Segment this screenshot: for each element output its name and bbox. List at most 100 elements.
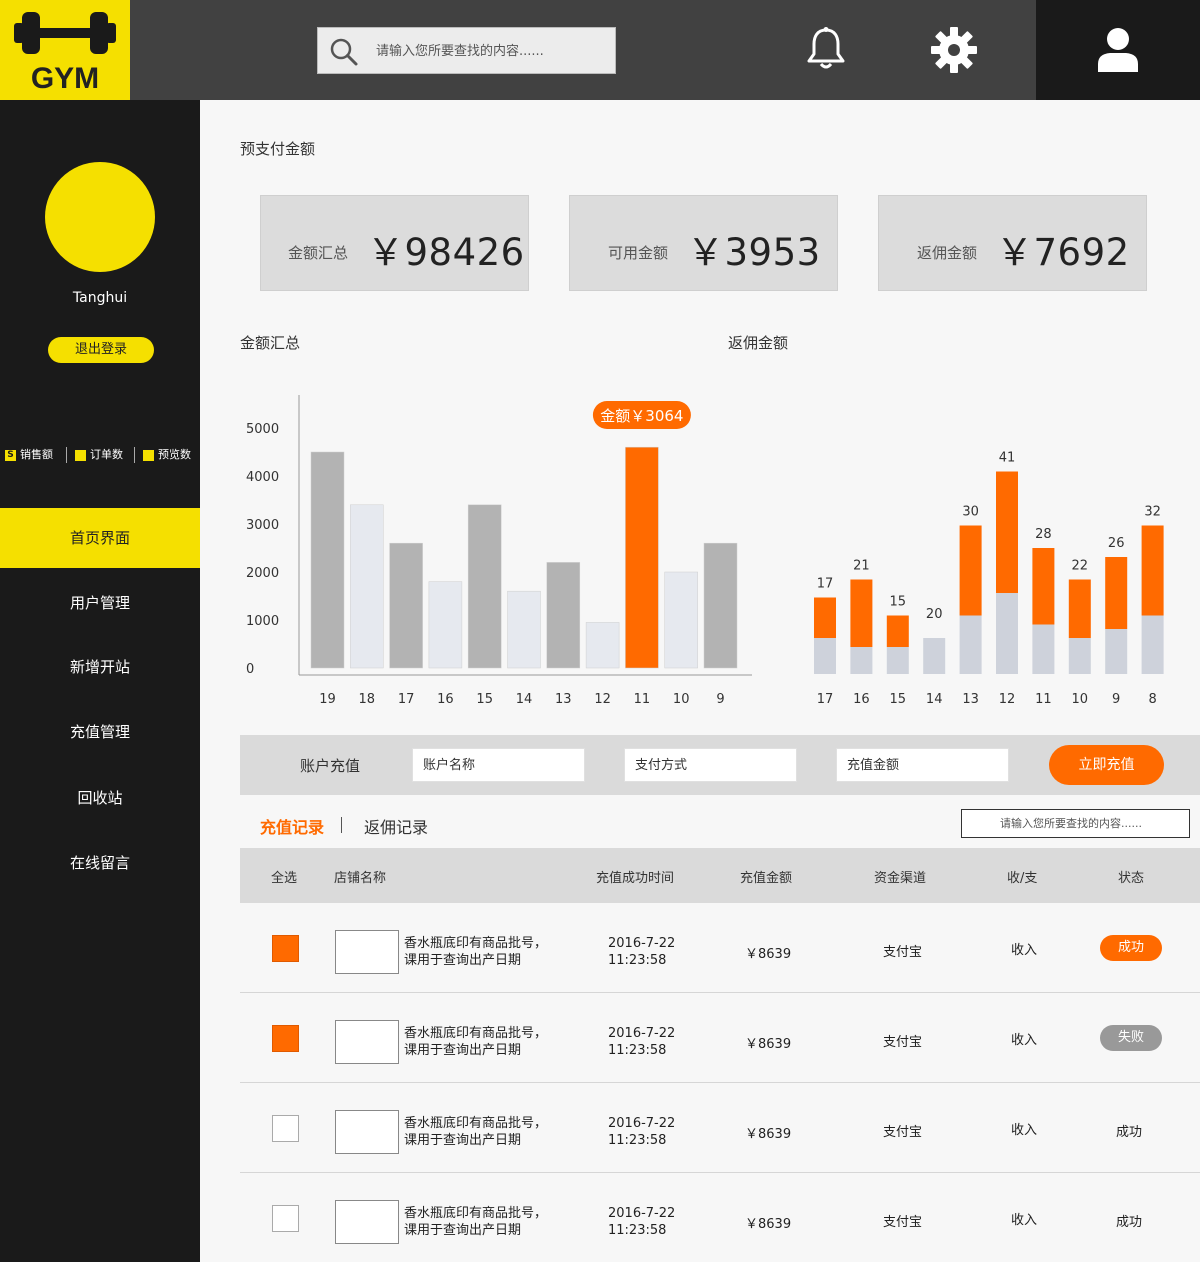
bar-base-segment bbox=[1032, 624, 1055, 674]
bar-base-segment bbox=[886, 647, 909, 674]
nav-home[interactable]: 首页界面 bbox=[0, 508, 200, 568]
stat-orders-label: 订单数 bbox=[90, 448, 123, 461]
user-menu[interactable] bbox=[1036, 0, 1200, 100]
bar bbox=[389, 542, 423, 669]
card-label: 可用金额 bbox=[608, 244, 669, 262]
account-name-input[interactable] bbox=[412, 748, 585, 782]
bar-top-segment bbox=[1105, 557, 1128, 629]
x-tick-label: 11 bbox=[634, 692, 651, 707]
row-checkbox[interactable] bbox=[272, 1025, 299, 1052]
gear-icon[interactable] bbox=[930, 26, 978, 74]
bar-top-segment bbox=[814, 597, 836, 638]
bar-top-segment bbox=[1068, 579, 1091, 638]
x-tick-label: 18 bbox=[359, 692, 376, 707]
card-value: ￥98426 bbox=[367, 231, 525, 274]
x-tick-label: 15 bbox=[890, 692, 907, 707]
tab-rebate-records[interactable]: 返佣记录 bbox=[364, 814, 428, 838]
payment-method-input[interactable] bbox=[624, 748, 797, 782]
recharge-time: 2016-7-22 11:23:58 bbox=[608, 935, 675, 969]
bar-base-segment bbox=[923, 638, 946, 674]
app-logo[interactable]: GYM bbox=[0, 0, 130, 100]
stat-orders[interactable]: 订单数 bbox=[66, 445, 123, 465]
select-all-header[interactable]: 全选 bbox=[271, 867, 297, 886]
card-value: ￥7692 bbox=[996, 231, 1130, 274]
amount-input[interactable] bbox=[836, 748, 1009, 782]
nav-recharge-management[interactable]: 充值管理 bbox=[0, 702, 200, 762]
amount-header: 充值金额 bbox=[740, 871, 793, 886]
fund-channel: 支付宝 bbox=[883, 945, 923, 960]
shop-name-line: 课用于查询出产日期 bbox=[404, 1223, 522, 1238]
preview-icon bbox=[143, 449, 154, 461]
nav-recycle-bin[interactable]: 回收站 bbox=[0, 768, 200, 828]
tab-divider bbox=[341, 817, 342, 833]
recharge-label: 账户充值 bbox=[300, 757, 361, 775]
table-row[interactable]: 香水瓶底印有商品批号， 课用于查询出产日期 2016-7-22 11:23:58 ￥… bbox=[240, 903, 1200, 993]
user-icon[interactable] bbox=[1096, 26, 1140, 74]
x-tick-label: 12 bbox=[999, 692, 1016, 707]
x-tick-label: 12 bbox=[594, 692, 611, 707]
income-type: 收入 bbox=[1011, 943, 1038, 958]
table-row[interactable]: 香水瓶底印有商品批号， 课用于查询出产日期 2016-7-22 11:23:58 ￥… bbox=[240, 1083, 1200, 1173]
recharge-time: 2016-7-22 11:23:58 bbox=[608, 1205, 675, 1239]
avatar[interactable] bbox=[45, 162, 155, 272]
recharge-clock: 11:23:58 bbox=[608, 1043, 667, 1058]
recharge-date: 2016-7-22 bbox=[608, 1026, 676, 1041]
bell-icon[interactable] bbox=[804, 26, 848, 72]
value-bubble-label: 金额￥3064 bbox=[600, 407, 683, 425]
x-tick-label: 19 bbox=[319, 692, 336, 707]
tab-recharge-records[interactable]: 充值记录 bbox=[260, 814, 324, 838]
data-label: 15 bbox=[890, 595, 907, 610]
stat-sales-label: 销售额 bbox=[20, 448, 53, 461]
nav-user-management[interactable]: 用户管理 bbox=[0, 573, 200, 633]
recharge-date: 2016-7-22 bbox=[608, 1116, 676, 1131]
income-type: 收入 bbox=[1011, 1213, 1038, 1228]
recharge-now-button[interactable]: 立即充值 bbox=[1049, 745, 1164, 785]
row-checkbox[interactable] bbox=[272, 935, 299, 962]
data-label: 21 bbox=[853, 559, 870, 574]
bar-base-segment bbox=[1105, 629, 1128, 674]
recharge-date: 2016-7-22 bbox=[608, 936, 676, 951]
bar-base-segment bbox=[959, 615, 982, 674]
bar bbox=[467, 504, 502, 669]
header-search[interactable] bbox=[317, 27, 616, 74]
stat-sales[interactable]: S 销售额 bbox=[5, 445, 53, 465]
bar bbox=[310, 451, 345, 669]
table-row[interactable]: 香水瓶底印有商品批号， 课用于查询出产日期 2016-7-22 11:23:58 ￥… bbox=[240, 1173, 1200, 1262]
divider bbox=[66, 447, 67, 463]
recharge-amount: ￥8639 bbox=[745, 1037, 792, 1052]
shop-name: 香水瓶底印有商品批号， 课用于查询出产日期 bbox=[404, 1205, 564, 1239]
shop-name: 香水瓶底印有商品批号， 课用于查询出产日期 bbox=[404, 935, 564, 969]
nav-messages[interactable]: 在线留言 bbox=[0, 833, 200, 893]
bar-base-segment bbox=[814, 638, 836, 674]
x-tick-label: 9 bbox=[1112, 692, 1120, 707]
table-row[interactable]: 香水瓶底印有商品批号， 课用于查询出产日期 2016-7-22 11:23:58 ￥… bbox=[240, 993, 1200, 1083]
row-checkbox[interactable] bbox=[272, 1205, 299, 1232]
stat-previews[interactable]: 预览数 bbox=[134, 445, 191, 465]
table-search-input[interactable] bbox=[961, 809, 1190, 838]
header-search-input[interactable] bbox=[376, 38, 606, 64]
total-amount-card: 金额汇总 ￥98426 bbox=[260, 195, 529, 291]
bar-top-segment bbox=[1141, 525, 1164, 616]
search-icon[interactable] bbox=[329, 37, 359, 67]
recharge-bar: 账户充值 立即充值 bbox=[240, 735, 1200, 795]
logout-button[interactable]: 退出登录 bbox=[48, 337, 154, 363]
x-tick-label: 13 bbox=[962, 692, 979, 707]
logo-text: GYM bbox=[30, 62, 100, 95]
y-tick-label: 3000 bbox=[246, 518, 279, 533]
x-tick-label: 9 bbox=[716, 692, 724, 707]
nav-new-station[interactable]: 新增开站 bbox=[0, 637, 200, 697]
status-badge: 成功 bbox=[1100, 935, 1162, 961]
available-amount-card: 可用金额 ￥3953 bbox=[569, 195, 838, 291]
shop-thumbnail bbox=[335, 1020, 399, 1064]
stat-previews-label: 预览数 bbox=[158, 448, 191, 461]
bar-top-segment bbox=[996, 471, 1018, 593]
x-tick-label: 17 bbox=[398, 692, 415, 707]
card-label: 返佣金额 bbox=[917, 244, 978, 262]
shop-name: 香水瓶底印有商品批号， 课用于查询出产日期 bbox=[404, 1025, 564, 1059]
card-label: 金额汇总 bbox=[288, 244, 349, 262]
bar-top-segment bbox=[959, 525, 982, 616]
row-checkbox[interactable] bbox=[272, 1115, 299, 1142]
fund-channel: 支付宝 bbox=[883, 1125, 923, 1140]
bar bbox=[546, 562, 581, 669]
shop-name-line: 香水瓶底印有商品批号， bbox=[404, 1206, 548, 1221]
